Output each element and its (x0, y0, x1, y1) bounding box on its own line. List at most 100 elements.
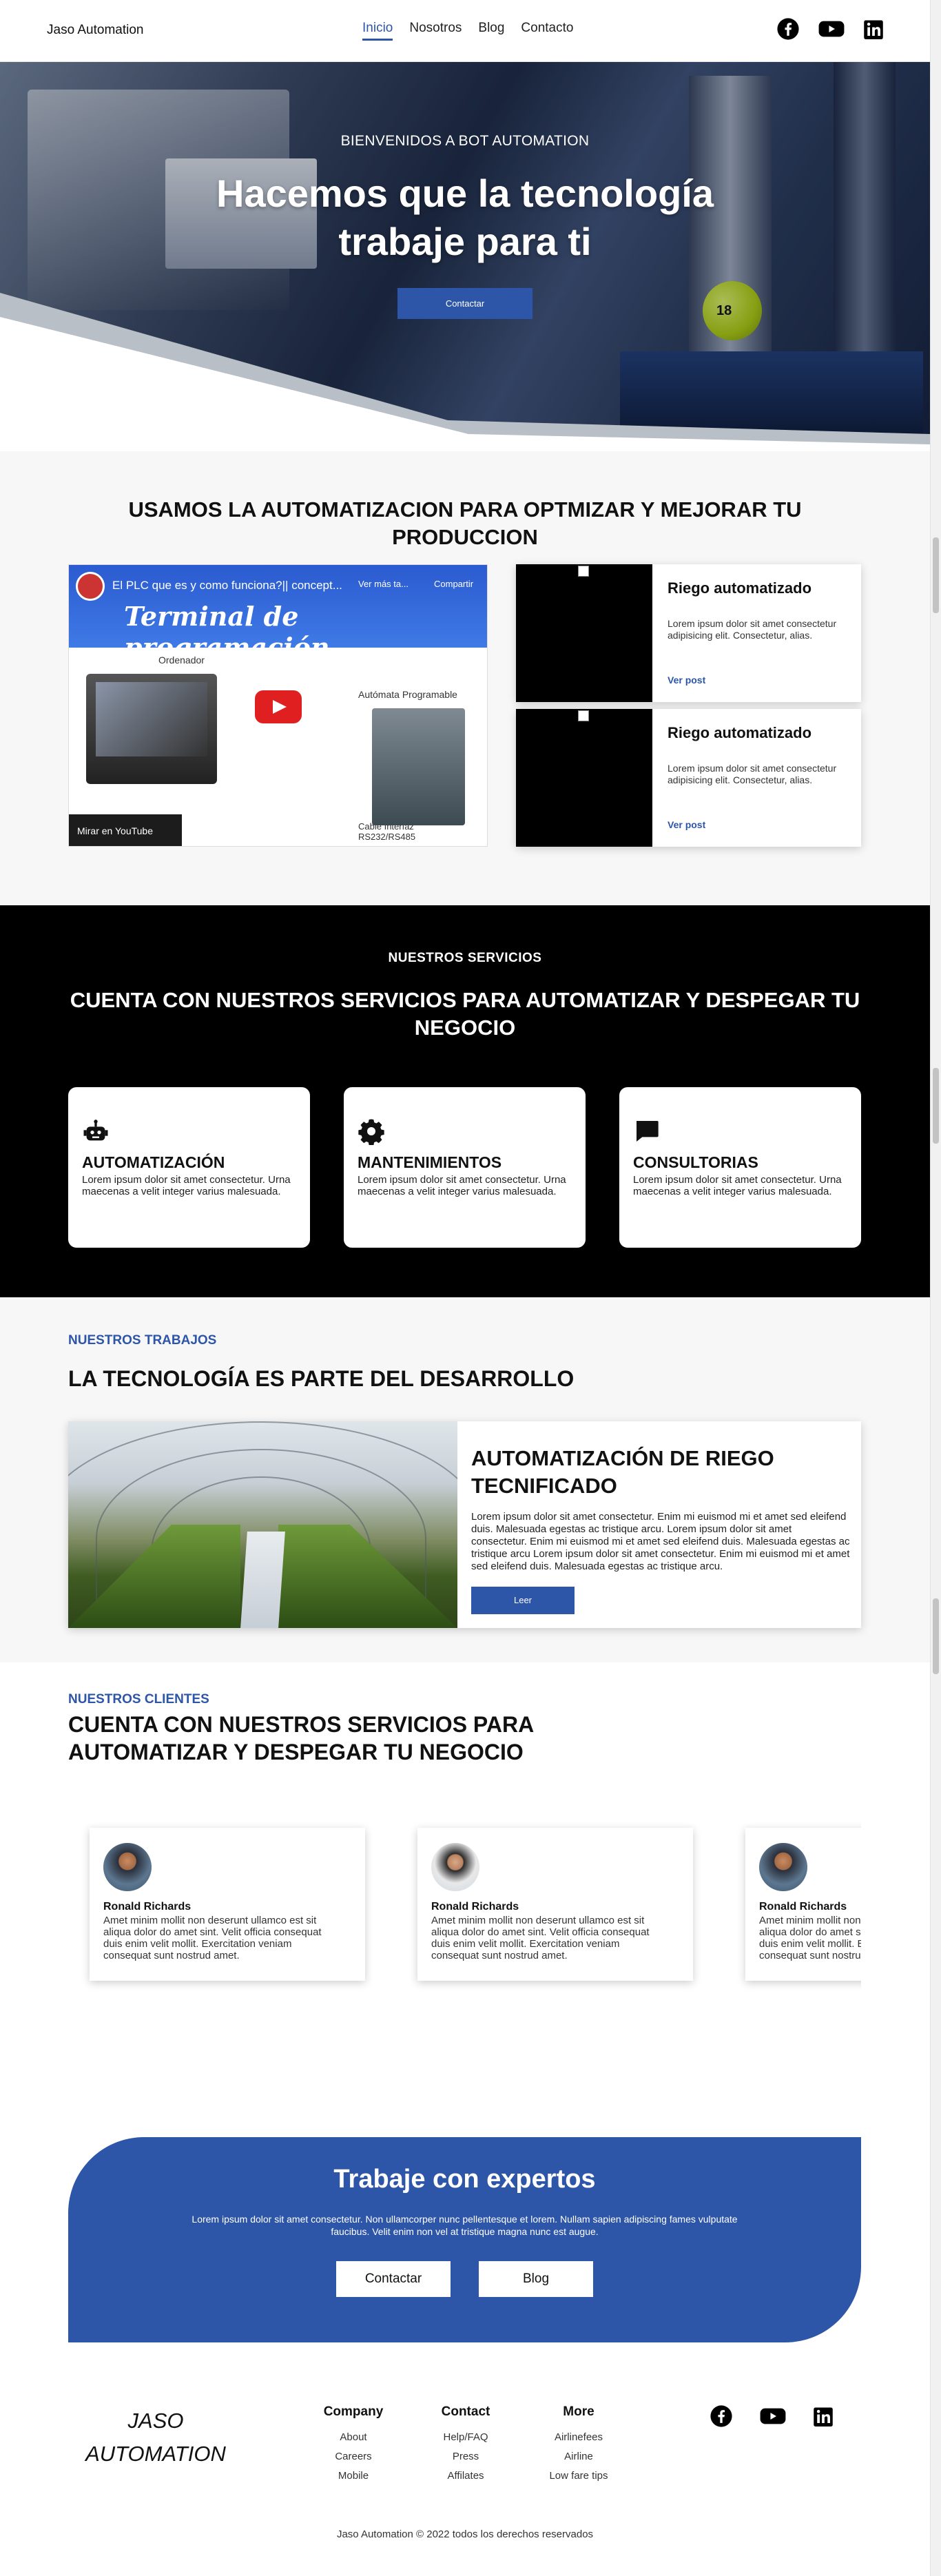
robot-icon (83, 1120, 108, 1141)
footer-logo[interactable]: JASO AUTOMATION (66, 2404, 245, 2471)
cta-contact-button[interactable]: Contactar (336, 2261, 451, 2297)
service-title: AUTOMATIZACIÓN (82, 1153, 225, 1171)
testimonial-card: Ronald Richards Amet minim mollit non de… (417, 1828, 693, 1981)
watch-on-youtube-button[interactable]: Mirar en YouTube (69, 814, 182, 846)
testimonial-name: Ronald Richards (103, 1901, 192, 1913)
footer-column-more: More Airlinefees Airline Low fare tips (537, 2404, 620, 2486)
service-text: Lorem ipsum dolor sit amet consectetur. … (633, 1174, 842, 1197)
hero-contact-button[interactable]: Contactar (397, 288, 532, 319)
work-card: AUTOMATIZACIÓN DE RIEGO TECNIFICADO Lore… (68, 1421, 861, 1628)
footer-column-title: Company (323, 2404, 384, 2419)
testimonial-carousel[interactable]: Ronald Richards Amet minim mollit non de… (68, 1821, 861, 2000)
hero-title: Hacemos que la tecnología trabaje para ti (0, 169, 930, 266)
nav-inicio[interactable]: Inicio (362, 21, 393, 41)
linkedin-icon[interactable] (813, 2404, 834, 2428)
nav-contacto[interactable]: Contacto (521, 21, 573, 41)
service-title: MANTENIMIENTOS (358, 1153, 502, 1171)
footer-link[interactable]: Mobile (316, 2466, 391, 2486)
trabajos-kicker: NUESTROS TRABAJOS (68, 1333, 217, 1348)
site-footer: JASO AUTOMATION Company About Careers Mob… (0, 2370, 930, 2576)
footer-social (710, 2404, 834, 2428)
post-title: Riego automatizado (668, 724, 812, 741)
label-plc: Autómata Programable (358, 689, 457, 700)
footer-logo-line-2: AUTOMATION (85, 2442, 226, 2466)
avatar (103, 1843, 152, 1891)
main-nav: Inicio Nosotros Blog Contacto (362, 21, 573, 41)
chat-icon (637, 1121, 659, 1142)
servicios-kicker: NUESTROS SERVICIOS (388, 951, 542, 965)
trabajos-title: LA TECNOLOGÍA ES PARTE DEL DESARROLLO (68, 1366, 575, 1391)
scrollbar-thumb[interactable] (933, 537, 939, 613)
facebook-icon[interactable] (776, 17, 800, 41)
service-text: Lorem ipsum dolor sit amet consectetur. … (82, 1174, 291, 1197)
post-image (516, 709, 652, 847)
site-logo[interactable]: Jaso Automation (47, 23, 143, 38)
post-card: Riego automatizado Lorem ipsum dolor sit… (516, 709, 861, 847)
greenhouse-path (240, 1532, 285, 1628)
testimonial-name: Ronald Richards (431, 1901, 519, 1913)
ver-post-link[interactable]: Ver post (668, 674, 705, 686)
footer-column-title: More (563, 2404, 594, 2419)
watch-later-button[interactable]: Ver más ta... (358, 579, 409, 589)
service-card: MANTENIMIENTOS Lorem ipsum dolor sit ame… (344, 1087, 586, 1248)
avatar (759, 1843, 807, 1891)
facebook-icon[interactable] (710, 2404, 733, 2428)
servicios-section: NUESTROS SERVICIOS CUENTA CON NUESTROS S… (0, 905, 930, 1297)
plc-image (372, 708, 465, 825)
copyright: Jaso Automation © 2022 todos los derecho… (336, 2528, 594, 2540)
video-thumbnail-text: Terminal de programación (124, 601, 330, 663)
play-icon[interactable] (255, 690, 302, 723)
trabajos-section: NUESTROS TRABAJOS LA TECNOLOGÍA ES PARTE… (0, 1297, 930, 1662)
post-image (516, 564, 652, 702)
testimonial-text: Amet minim mollit non deserunt ullamco e… (103, 1915, 322, 1961)
avatar (431, 1843, 479, 1891)
page-scrollbar[interactable] (930, 0, 941, 2576)
footer-logo-line-1: JASO (127, 2409, 184, 2433)
footer-link[interactable]: Affilates (431, 2466, 500, 2486)
testimonial-name: Ronald Richards (759, 1901, 847, 1913)
clientes-section: NUESTROS CLIENTES CUENTA CON NUESTROS SE… (0, 1662, 930, 2117)
testimonial-text: Amet minim mollit non deserunt ullamco e… (431, 1915, 650, 1961)
video-title[interactable]: El PLC que es y como funciona?|| concept… (112, 579, 342, 593)
post-title: Riego automatizado (668, 579, 812, 597)
nav-nosotros[interactable]: Nosotros (409, 21, 462, 41)
site-header: Jaso Automation Inicio Nosotros Blog Con… (0, 0, 930, 62)
channel-avatar[interactable] (76, 572, 105, 601)
servicios-title: CUENTA CON NUESTROS SERVICIOS PARA AUTOM… (70, 988, 860, 1040)
work-text: Lorem ipsum dolor sit amet consectetur. … (471, 1511, 850, 1572)
hero-kicker: BIENVENIDOS A BOT AUTOMATION (340, 133, 590, 149)
scrollbar-thumb[interactable] (933, 1598, 939, 1674)
scrollbar-thumb[interactable] (933, 1068, 939, 1144)
cta-text: Lorem ipsum dolor sit amet consectetur. … (192, 2214, 738, 2237)
footer-link[interactable]: Press (431, 2447, 500, 2466)
clientes-title: CUENTA CON NUESTROS SERVICIOS PARA AUTOM… (68, 1712, 534, 1764)
footer-link[interactable]: Help/FAQ (431, 2428, 500, 2447)
nav-blog[interactable]: Blog (478, 21, 504, 41)
footer-link[interactable]: Airline (537, 2447, 620, 2466)
hero-title-line-2: trabaje para ti (338, 220, 592, 263)
cta-banner: Trabaje con expertos Lorem ipsum dolor s… (68, 2137, 861, 2342)
hero-title-line-1: Hacemos que la tecnología (216, 172, 714, 215)
youtube-video-embed[interactable]: El PLC que es y como funciona?|| concept… (68, 564, 488, 847)
youtube-icon[interactable] (759, 2404, 787, 2428)
testimonial-text: Amet minim mollit non deserunt ullamco e… (759, 1915, 861, 1961)
leer-button[interactable]: Leer (471, 1587, 575, 1614)
hero-section: 18 BIENVENIDOS A BOT AUTOMATION Hacemos … (0, 62, 930, 451)
share-button[interactable]: Compartir (434, 579, 473, 589)
cta-blog-button[interactable]: Blog (479, 2261, 593, 2297)
laptop-image (86, 674, 217, 784)
footer-link[interactable]: Careers (316, 2447, 391, 2466)
service-title: CONSULTORIAS (633, 1153, 758, 1171)
footer-column-company: Company About Careers Mobile (316, 2404, 391, 2486)
linkedin-icon[interactable] (863, 17, 884, 41)
footer-link[interactable]: Low fare tips (537, 2466, 620, 2486)
youtube-icon[interactable] (818, 17, 845, 41)
post-excerpt: Lorem ipsum dolor sit amet consectetur a… (668, 618, 837, 641)
usamos-section: USAMOS LA AUTOMATIZACION PARA OPTMIZAR Y… (0, 451, 930, 905)
greenhouse-image (68, 1421, 457, 1628)
footer-link[interactable]: About (316, 2428, 391, 2447)
footer-column-contact: Contact Help/FAQ Press Affilates (431, 2404, 500, 2486)
footer-link[interactable]: Airlinefees (537, 2428, 620, 2447)
post-excerpt: Lorem ipsum dolor sit amet consectetur a… (668, 763, 837, 785)
ver-post-link[interactable]: Ver post (668, 819, 705, 830)
